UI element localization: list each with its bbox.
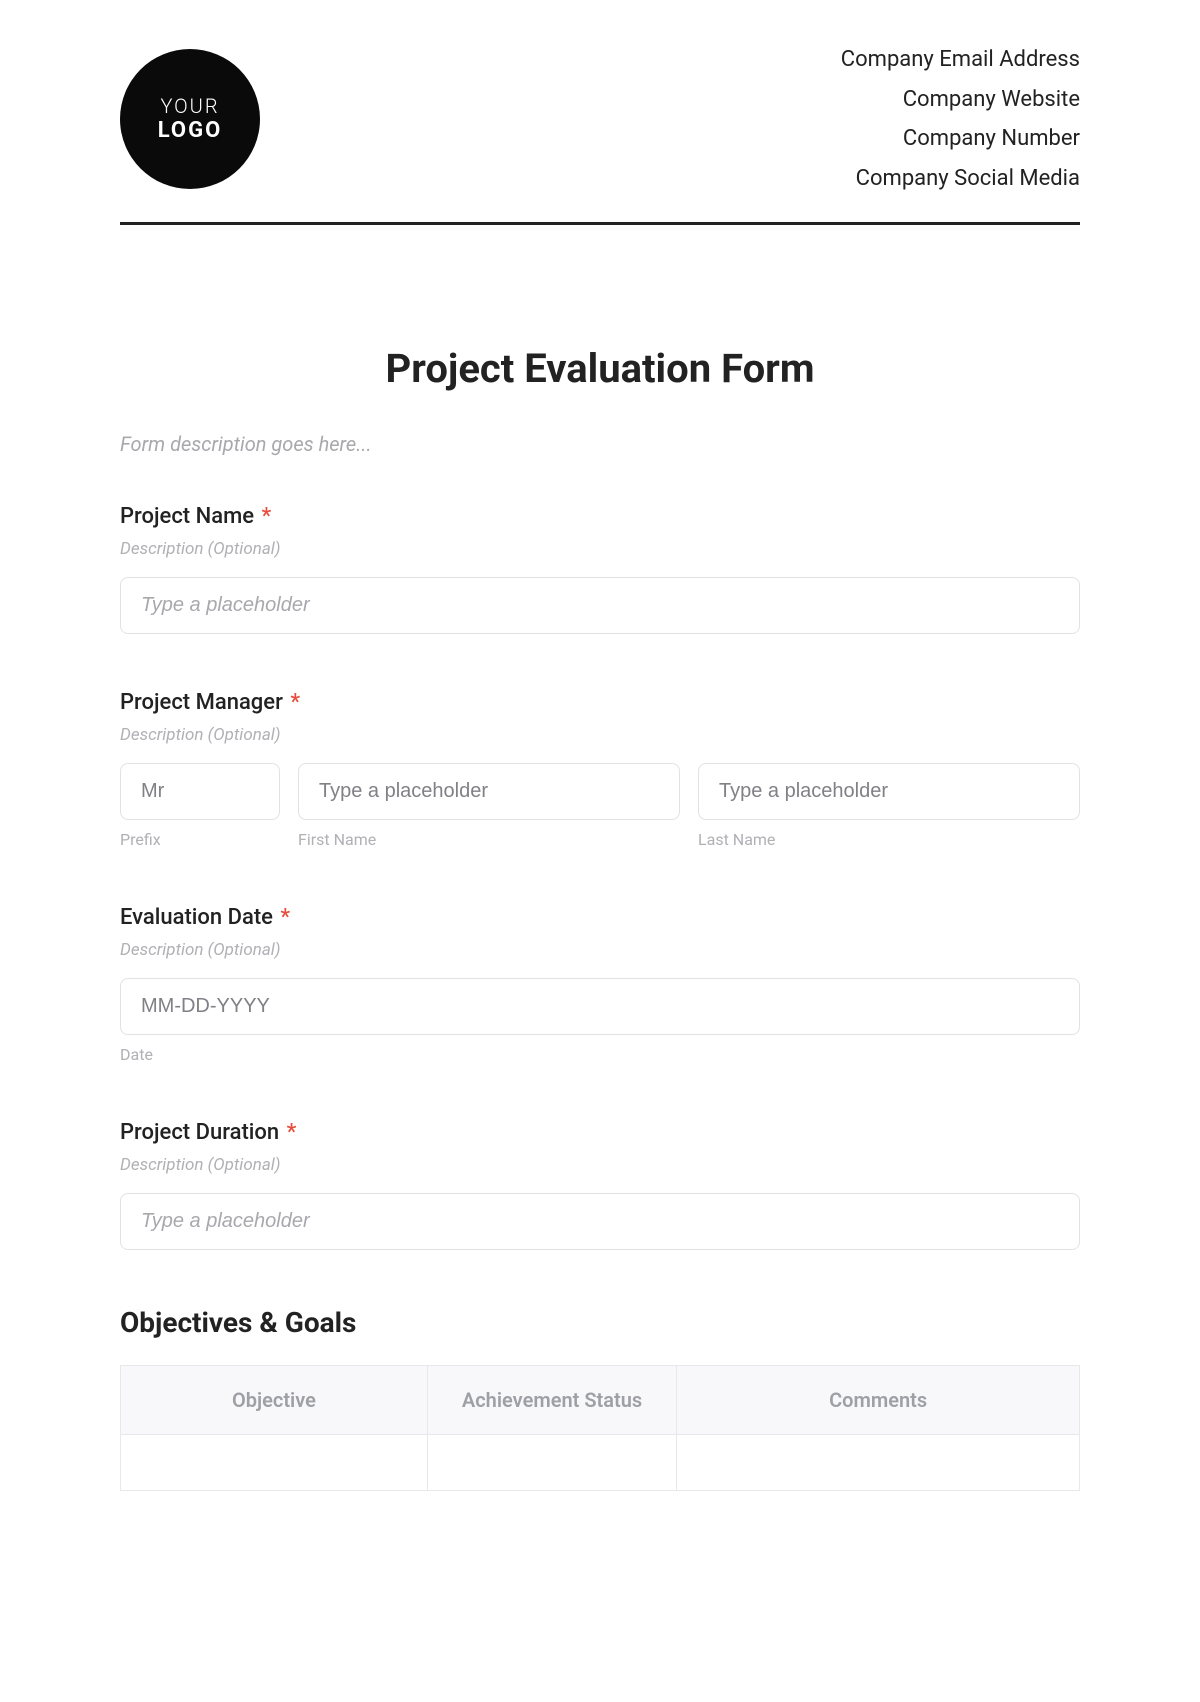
project-duration-input[interactable] [120,1193,1080,1250]
prefix-sublabel: Prefix [120,830,280,849]
logo-circle: YOUR LOGO [120,49,260,189]
evaluation-date-desc: Description (Optional) [120,940,1080,960]
project-duration-label-text: Project Duration [120,1120,279,1145]
project-name-desc: Description (Optional) [120,539,1080,559]
objectives-table: Objective Achievement Status Comments [120,1365,1080,1491]
prefix-input[interactable] [120,763,280,820]
evaluation-date-label-text: Evaluation Date [120,905,273,930]
project-manager-label: Project Manager * [120,690,1080,715]
field-project-manager: Project Manager * Description (Optional)… [120,690,1080,849]
objectives-col-comments: Comments [677,1366,1080,1435]
page-header: YOUR LOGO Company Email Address Company … [120,40,1080,225]
project-name-required: * [262,504,272,529]
last-name-sublabel: Last Name [698,830,1080,849]
project-manager-required: * [290,690,300,715]
company-social: Company Social Media [841,159,1080,199]
evaluation-date-input[interactable] [120,978,1080,1035]
project-duration-label: Project Duration * [120,1120,1080,1145]
objectives-col-status: Achievement Status [427,1366,676,1435]
logo-line1: YOUR [160,94,219,118]
logo-line2: LOGO [158,118,223,144]
project-duration-required: * [287,1120,297,1145]
objectives-col-objective: Objective [121,1366,428,1435]
evaluation-date-label: Evaluation Date * [120,905,1080,930]
form-title: Project Evaluation Form [120,345,1080,392]
project-name-label-text: Project Name [120,504,254,529]
comments-cell[interactable] [677,1435,1080,1491]
objective-cell[interactable] [121,1435,428,1491]
project-name-input[interactable] [120,577,1080,634]
first-name-sublabel: First Name [298,830,680,849]
objectives-header-row: Objective Achievement Status Comments [121,1366,1080,1435]
first-name-input[interactable] [298,763,680,820]
company-number: Company Number [841,119,1080,159]
company-info: Company Email Address Company Website Co… [841,40,1080,198]
company-website: Company Website [841,80,1080,120]
status-cell[interactable] [427,1435,676,1491]
form-description: Form description goes here... [120,432,1080,456]
field-evaluation-date: Evaluation Date * Description (Optional)… [120,905,1080,1064]
company-email: Company Email Address [841,40,1080,80]
project-duration-desc: Description (Optional) [120,1155,1080,1175]
field-project-name: Project Name * Description (Optional) [120,504,1080,634]
project-manager-desc: Description (Optional) [120,725,1080,745]
project-manager-label-text: Project Manager [120,690,283,715]
last-name-input[interactable] [698,763,1080,820]
evaluation-date-sublabel: Date [120,1045,1080,1064]
field-project-duration: Project Duration * Description (Optional… [120,1120,1080,1250]
objectives-row [121,1435,1080,1491]
objectives-heading: Objectives & Goals [120,1306,1080,1339]
project-name-label: Project Name * [120,504,1080,529]
evaluation-date-required: * [280,905,290,930]
